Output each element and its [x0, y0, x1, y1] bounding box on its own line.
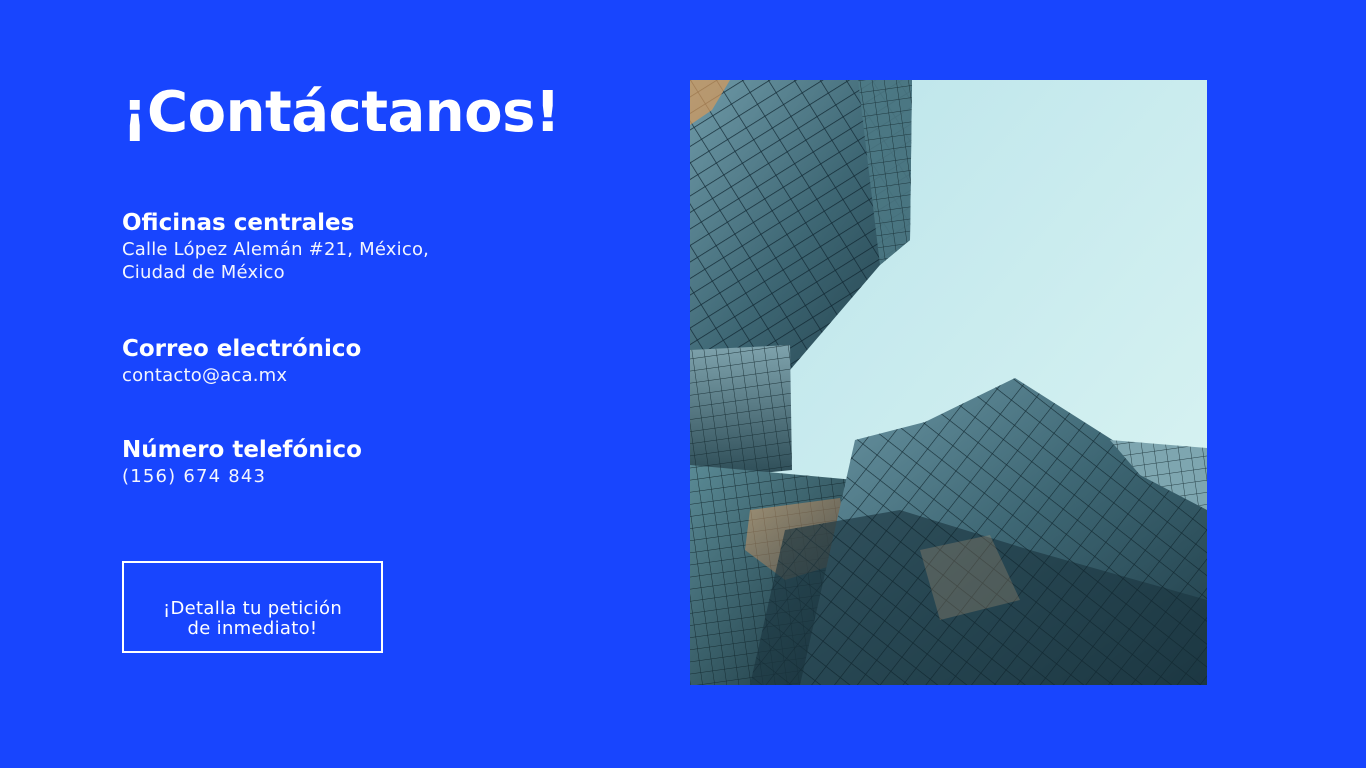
- offices-address-line2: Ciudad de México: [122, 262, 285, 283]
- skyscrapers-illustration: [690, 80, 1207, 685]
- offices-address-line1: Calle López Alemán #21, México,: [122, 239, 430, 260]
- email-heading: Correo electrónico: [122, 336, 362, 362]
- request-details-button[interactable]: ¡Detalla tu petición de inmediato!: [122, 561, 383, 653]
- phone-section: Número telefónico (156) 674 843: [122, 435, 362, 488]
- phone-heading: Número telefónico: [122, 437, 362, 463]
- request-details-label-line1: ¡Detalla tu petición: [162, 597, 343, 619]
- glass-skyscrapers-photo: [690, 80, 1207, 685]
- email-address: contacto@aca.mx: [122, 365, 288, 386]
- email-section: Correo electrónico contacto@aca.mx: [122, 334, 361, 387]
- request-details-label-line2: de inmediato!: [187, 617, 318, 639]
- offices-heading: Oficinas centrales: [122, 210, 355, 236]
- offices-section: Oficinas centrales Calle López Alemán #2…: [122, 208, 429, 284]
- phone-number: (156) 674 843: [122, 466, 267, 487]
- page-title: ¡Contáctanos!: [122, 80, 561, 145]
